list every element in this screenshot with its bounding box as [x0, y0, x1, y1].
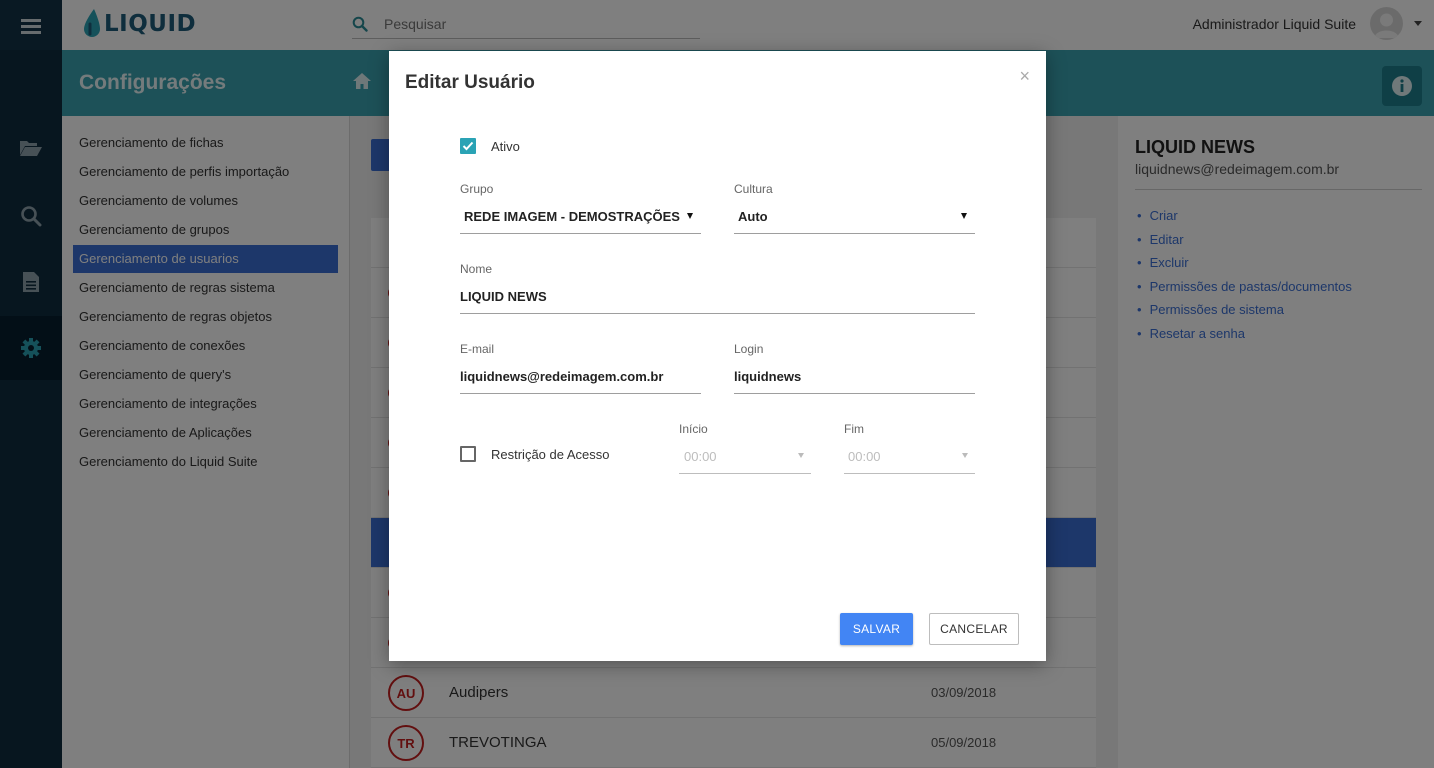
access-restriction-checkbox[interactable] — [460, 446, 476, 462]
group-underline — [460, 233, 701, 234]
name-label: Nome — [460, 262, 493, 276]
start-time-select[interactable]: 00:00 — [684, 449, 717, 464]
dialog-title: Editar Usuário — [405, 72, 535, 93]
group-label: Grupo — [460, 182, 494, 196]
active-label: Ativo — [491, 139, 520, 154]
culture-label: Cultura — [734, 182, 773, 196]
edit-user-dialog: Editar Usuário × Ativo Grupo REDE IMAGEM… — [389, 51, 1046, 661]
login-underline — [734, 393, 975, 394]
login-field[interactable]: liquidnews — [734, 369, 801, 384]
end-time-underline — [844, 473, 975, 474]
checkmark-icon — [462, 141, 474, 151]
group-select[interactable]: REDE IMAGEM - DEMOSTRAÇÕES — [464, 209, 680, 224]
end-time-select[interactable]: 00:00 — [848, 449, 881, 464]
chevron-down-icon[interactable] — [961, 213, 967, 219]
end-time-label: Fim — [844, 422, 864, 436]
email-underline — [460, 393, 701, 394]
save-button[interactable]: SALVAR — [840, 613, 913, 645]
email-field[interactable]: liquidnews@redeimagem.com.br — [460, 369, 663, 384]
cancel-button[interactable]: CANCELAR — [929, 613, 1019, 645]
active-checkbox[interactable] — [460, 138, 476, 154]
chevron-down-icon[interactable] — [798, 453, 804, 458]
culture-select[interactable]: Auto — [738, 209, 768, 224]
start-time-label: Início — [679, 422, 708, 436]
chevron-down-icon[interactable] — [687, 213, 693, 219]
close-icon[interactable]: × — [1019, 67, 1030, 85]
name-field[interactable]: LIQUID NEWS — [460, 289, 547, 304]
chevron-down-icon[interactable] — [962, 453, 968, 458]
access-restriction-label: Restrição de Acesso — [491, 447, 610, 462]
email-label: E-mail — [460, 342, 495, 356]
start-time-underline — [679, 473, 811, 474]
culture-underline — [734, 233, 975, 234]
login-label: Login — [734, 342, 764, 356]
name-underline — [460, 313, 975, 314]
